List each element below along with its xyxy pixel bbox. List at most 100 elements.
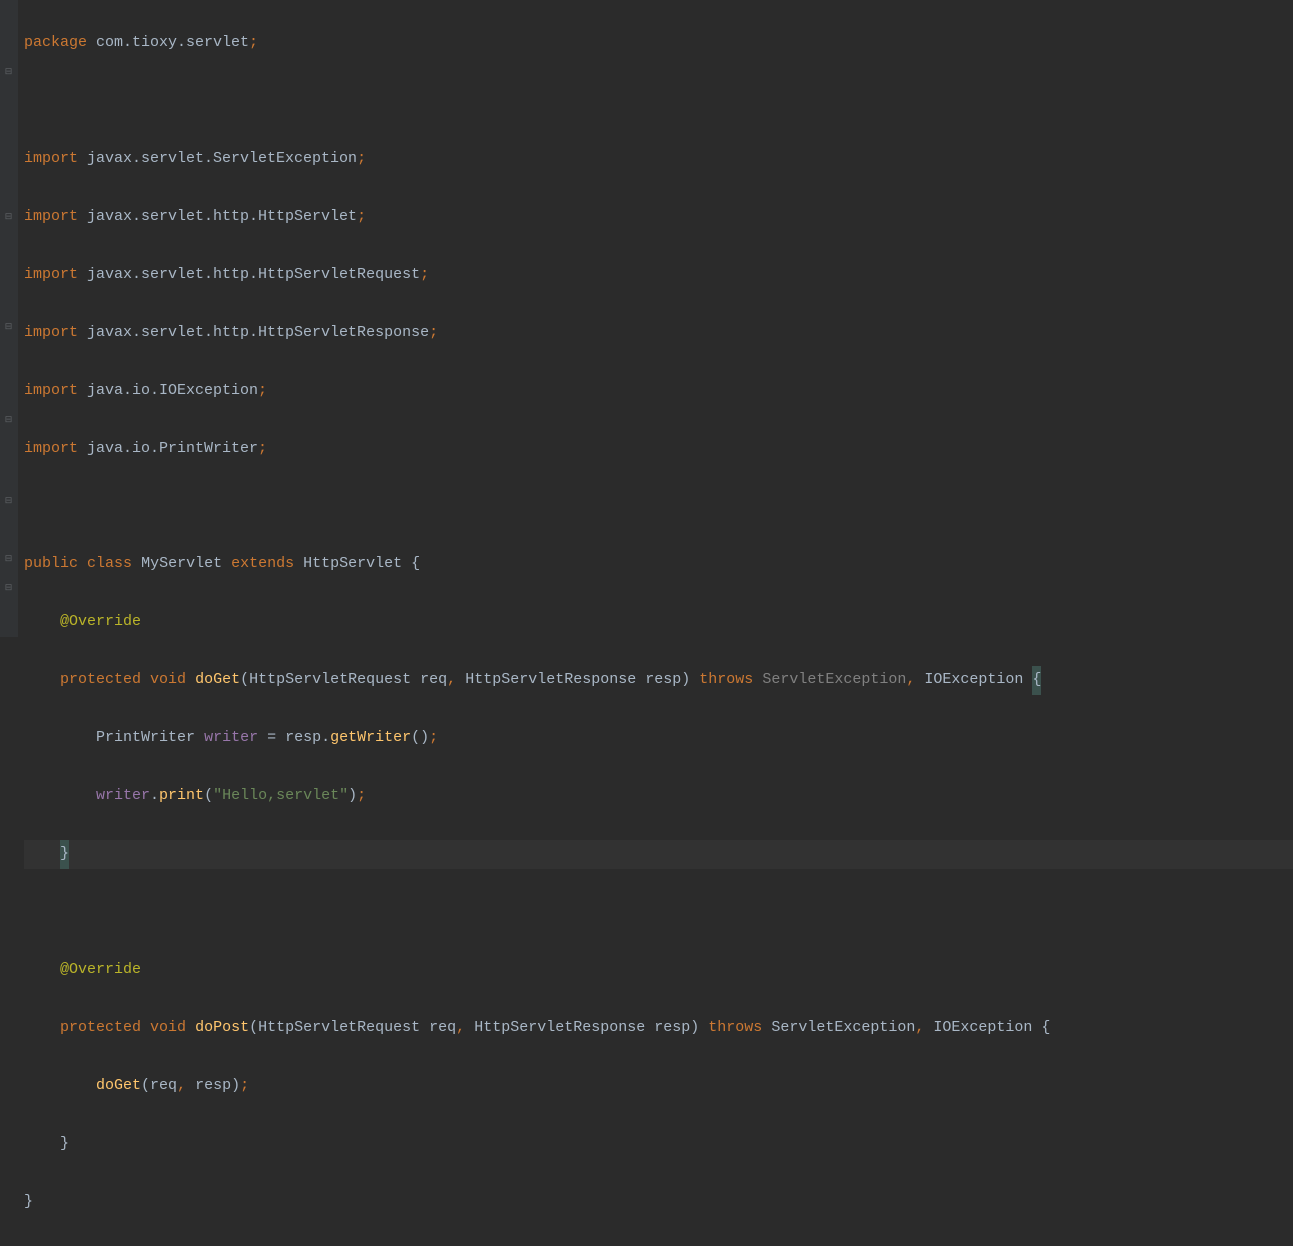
keyword: throws: [699, 666, 753, 695]
fold-marker-icon[interactable]: ⊟: [3, 67, 14, 78]
semicolon: ;: [249, 29, 258, 58]
code-line: doGet(req, resp);: [24, 1072, 1293, 1101]
import-path: java.io.PrintWriter: [78, 435, 258, 464]
semicolon: ;: [420, 261, 429, 290]
keyword: import: [24, 261, 78, 290]
brace: }: [60, 1130, 69, 1159]
fold-marker-icon[interactable]: ⊟: [3, 322, 14, 333]
code-line: import javax.servlet.http.HttpServletRes…: [24, 319, 1293, 348]
method-call: doGet: [96, 1072, 141, 1101]
equals: =: [258, 724, 285, 753]
paren: ): [348, 782, 357, 811]
exception: ServletException: [771, 1014, 915, 1043]
semicolon: ;: [357, 203, 366, 232]
comma: ,: [456, 1014, 474, 1043]
method-call: print: [159, 782, 204, 811]
import-path: javax.servlet.http.HttpServletResponse: [78, 319, 429, 348]
code-line-caret: }: [24, 840, 1293, 869]
parameter: resp: [195, 1072, 231, 1101]
keyword: throws: [708, 1014, 762, 1043]
brace: }: [24, 1188, 33, 1217]
fold-marker-icon[interactable]: ⊟: [3, 212, 14, 223]
type: PrintWriter: [96, 724, 195, 753]
semicolon: ;: [429, 724, 438, 753]
code-line: }: [24, 1130, 1293, 1159]
keyword: void: [150, 1014, 186, 1043]
keyword: protected: [60, 666, 141, 695]
code-line: writer.print("Hello,servlet");: [24, 782, 1293, 811]
semicolon: ;: [357, 145, 366, 174]
fold-marker-icon[interactable]: ⊟: [3, 415, 14, 426]
code-line: import javax.servlet.ServletException;: [24, 145, 1293, 174]
import-path: javax.servlet.http.HttpServletRequest: [78, 261, 420, 290]
exception: ServletException: [762, 666, 906, 695]
code-line: [24, 898, 1293, 927]
type: HttpServletResponse: [474, 1014, 645, 1043]
code-line: import javax.servlet.http.HttpServlet;: [24, 203, 1293, 232]
import-path: javax.servlet.http.HttpServlet: [78, 203, 357, 232]
dot: .: [150, 782, 159, 811]
paren: ): [231, 1072, 240, 1101]
code-line: @Override: [24, 956, 1293, 985]
fold-marker-icon[interactable]: ⊟: [3, 496, 14, 507]
parameter: resp: [654, 1014, 690, 1043]
paren: ): [420, 724, 429, 753]
code-line: import java.io.PrintWriter;: [24, 435, 1293, 464]
method-call: getWriter: [330, 724, 411, 753]
exception: IOException: [933, 1014, 1032, 1043]
method-name: doGet: [195, 666, 240, 695]
code-line: import javax.servlet.http.HttpServletReq…: [24, 261, 1293, 290]
keyword: protected: [60, 1014, 141, 1043]
keyword: import: [24, 319, 78, 348]
keyword: extends: [231, 550, 294, 579]
keyword: void: [150, 666, 186, 695]
exception: IOException: [924, 666, 1023, 695]
paren: (: [249, 1014, 258, 1043]
variable: writer: [204, 724, 258, 753]
fold-marker-icon[interactable]: ⊟: [3, 554, 14, 565]
comma: ,: [177, 1072, 195, 1101]
editor-gutter: ⊟ ⊟ ⊟ ⊟ ⊟ ⊟ ⊟: [0, 0, 18, 637]
paren: (: [141, 1072, 150, 1101]
code-line: protected void doGet(HttpServletRequest …: [24, 666, 1293, 695]
parameter: resp: [645, 666, 681, 695]
paren: ): [681, 666, 690, 695]
keyword: import: [24, 145, 78, 174]
keyword: import: [24, 377, 78, 406]
code-line: [24, 492, 1293, 521]
dot: .: [321, 724, 330, 753]
fold-marker-icon[interactable]: ⊟: [3, 583, 14, 594]
comma: ,: [906, 666, 924, 695]
parameter: req: [429, 1014, 456, 1043]
class-name: MyServlet: [141, 550, 222, 579]
code-editor[interactable]: package com.tioxy.servlet; import javax.…: [18, 0, 1293, 637]
keyword: class: [87, 550, 132, 579]
semicolon: ;: [357, 782, 366, 811]
parameter: resp: [285, 724, 321, 753]
class-name: HttpServlet: [303, 550, 402, 579]
annotation: @Override: [60, 956, 141, 985]
code-line: PrintWriter writer = resp.getWriter();: [24, 724, 1293, 753]
paren: (: [240, 666, 249, 695]
brace: {: [1041, 1014, 1050, 1043]
semicolon: ;: [258, 435, 267, 464]
code-line: [24, 87, 1293, 116]
keyword: package: [24, 29, 87, 58]
paren: ): [690, 1014, 699, 1043]
comma: ,: [915, 1014, 933, 1043]
method-name: doPost: [195, 1014, 249, 1043]
import-path: javax.servlet.ServletException: [78, 145, 357, 174]
brace-highlight: }: [60, 840, 69, 869]
code-line: protected void doPost(HttpServletRequest…: [24, 1014, 1293, 1043]
variable: writer: [96, 782, 150, 811]
code-line: import java.io.IOException;: [24, 377, 1293, 406]
parameter: req: [150, 1072, 177, 1101]
string-literal: "Hello,servlet": [213, 782, 348, 811]
parameter: req: [420, 666, 447, 695]
comma: ,: [447, 666, 465, 695]
keyword: public: [24, 550, 78, 579]
annotation: @Override: [60, 608, 141, 637]
type: HttpServletResponse: [465, 666, 636, 695]
keyword: import: [24, 435, 78, 464]
code-line: public class MyServlet extends HttpServl…: [24, 550, 1293, 579]
